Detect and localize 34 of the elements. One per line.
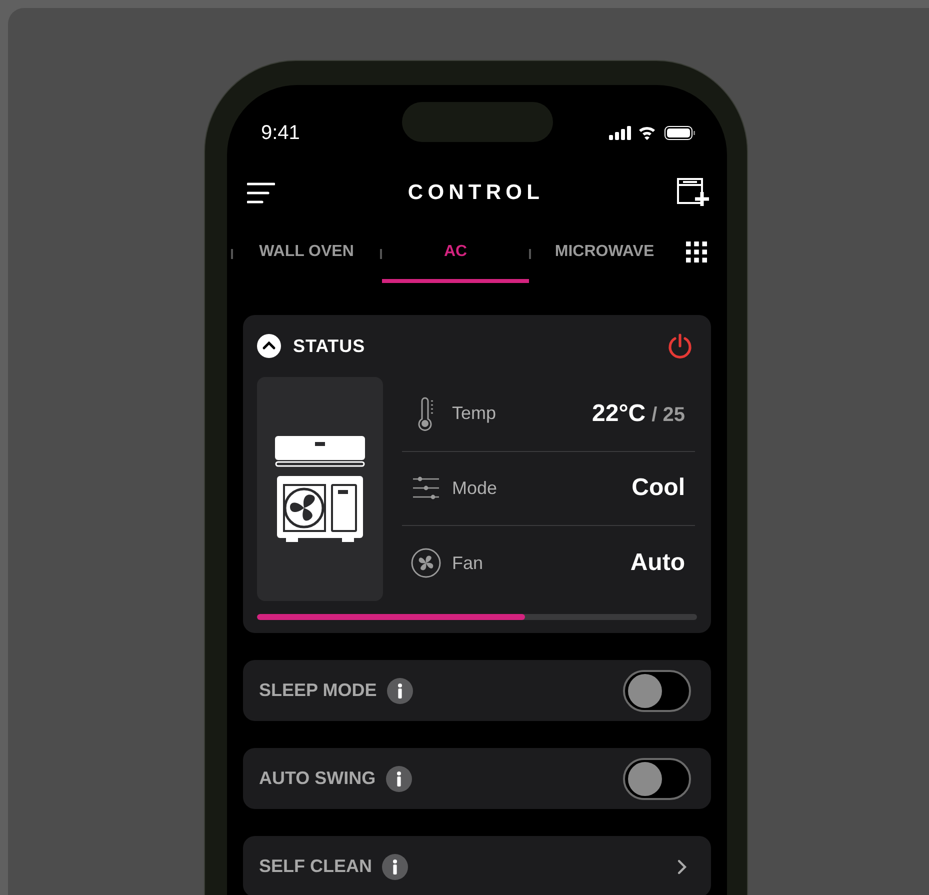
setting-label: SELF CLEAN [259, 855, 372, 878]
toggle-switch[interactable] [623, 758, 691, 800]
card-title: STATUS [293, 334, 366, 358]
device-tab[interactable]: MICROWAVE [531, 225, 678, 283]
power-icon[interactable] [667, 333, 693, 359]
info-icon[interactable] [382, 854, 408, 880]
status-time: 9:41 [261, 121, 300, 145]
fan-icon [411, 548, 441, 578]
add-device-icon[interactable] [676, 178, 709, 208]
screen-title: CONTROL [408, 180, 544, 206]
setting-label: SLEEP MODE [259, 679, 377, 702]
status-label: Mode [452, 476, 498, 500]
setting-row[interactable]: SLEEP MODE [243, 660, 711, 721]
status-value: Cool [632, 473, 685, 504]
toggle-switch[interactable] [623, 670, 691, 712]
setting-row[interactable]: AUTO SWING [243, 748, 711, 809]
status-label: Fan [452, 552, 484, 575]
thermometer-icon [416, 396, 436, 431]
target-value: / 25 [652, 402, 685, 428]
status-value: 22°C [592, 398, 646, 429]
status-indicators-icon [609, 125, 697, 141]
setting-label: AUTO SWING [259, 767, 376, 790]
chevron-right-icon[interactable] [677, 858, 687, 874]
device-tab[interactable]: AC [382, 225, 529, 283]
info-icon[interactable] [386, 766, 412, 792]
grid-icon[interactable] [686, 241, 707, 263]
menu-icon[interactable] [247, 182, 275, 204]
sliders-icon [413, 476, 439, 500]
collapse-icon[interactable] [257, 334, 281, 358]
status-value: Auto [630, 548, 685, 578]
device-tab[interactable]: WALL OVEN [233, 225, 380, 283]
info-icon[interactable] [386, 678, 413, 704]
setting-row[interactable]: SELF CLEAN [243, 836, 711, 895]
status-label: Temp [452, 402, 496, 426]
